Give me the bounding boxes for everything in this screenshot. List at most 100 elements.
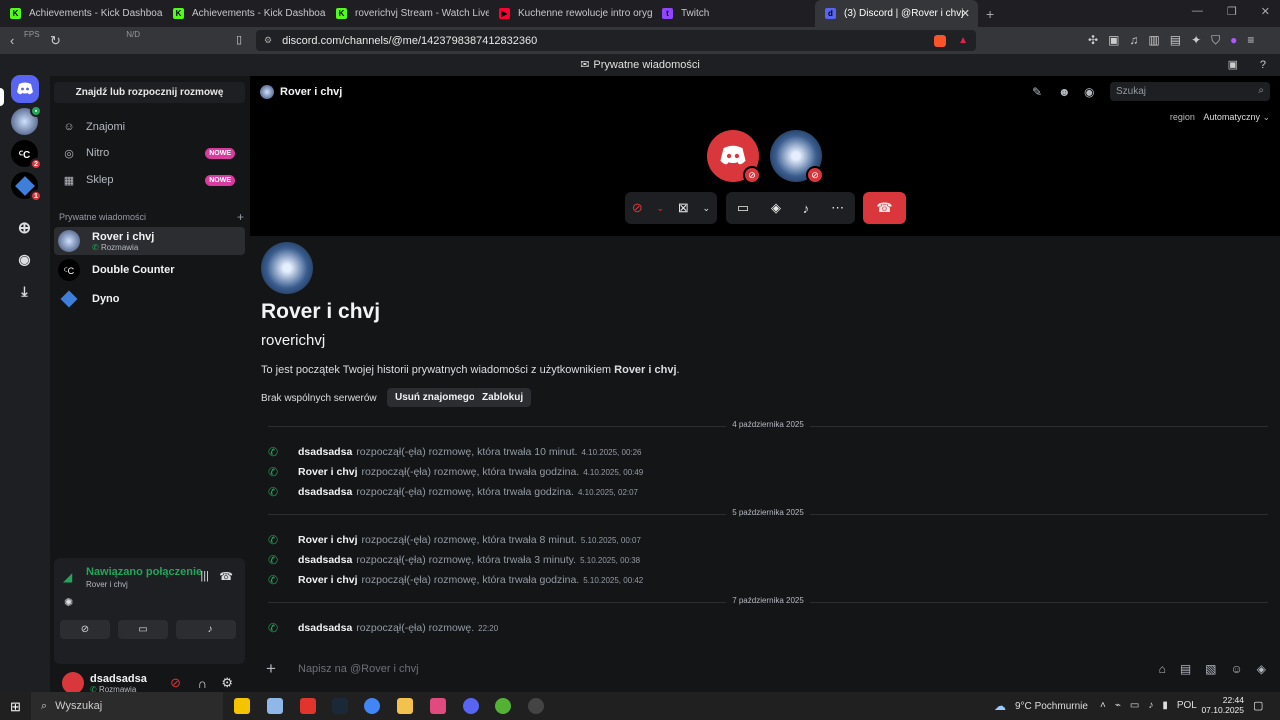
vpn-icon[interactable]: ⛉ (1211, 33, 1220, 48)
taskbar-app-3[interactable] (300, 698, 316, 714)
nav-nitro[interactable]: ◎ Nitro NOWE (54, 140, 245, 166)
call-participant-rover[interactable]: ⊘ (770, 130, 824, 184)
extension-puzzle-icon[interactable]: ✣ (1088, 33, 1098, 48)
chevron-up-icon[interactable]: ˄ (1100, 700, 1106, 711)
call-participant-self[interactable]: ⊘ (707, 130, 761, 184)
screen-share-button[interactable]: ▭ (118, 620, 168, 639)
taskbar-app-obs[interactable] (528, 698, 544, 714)
taskbar-app-9[interactable] (495, 698, 511, 714)
site-info-icon[interactable]: ⚙ (264, 35, 272, 46)
entry-user[interactable]: dsadsadsa (298, 622, 352, 634)
dm-item-rover[interactable]: Rover i chvj ✆ Rozmawia (54, 227, 245, 255)
back-icon[interactable]: ‹ (10, 33, 14, 48)
find-conversation-button[interactable]: Znajdź lub rozpocznij rozmowę (54, 82, 245, 103)
windows-start-icon[interactable]: ⊞ (10, 699, 21, 715)
disconnect-icon[interactable]: ☎ (219, 570, 233, 583)
create-dm-icon[interactable]: + (237, 210, 244, 224)
entry-user[interactable]: dsadsadsa (298, 486, 352, 498)
pin-icon[interactable]: ✎ (1032, 85, 1042, 99)
entry-user[interactable]: dsadsadsa (298, 554, 352, 566)
channel-name[interactable]: Rover i chvj (280, 86, 342, 98)
brave-rewards-icon[interactable]: ▲ (958, 35, 968, 46)
voice-channel[interactable]: Rover i chvj (86, 580, 128, 589)
close-tab-icon[interactable]: ✕ (961, 7, 970, 20)
clock[interactable]: 22:44 07.10.2025 (1200, 695, 1244, 715)
soundboard-button[interactable]: ♪ (184, 620, 236, 639)
discord-home-icon[interactable] (11, 75, 39, 103)
settings-gear-icon[interactable]: ⚙ (221, 675, 233, 691)
user-profile-icon[interactable]: ◉ (1084, 85, 1094, 99)
sticker-icon[interactable]: ▧ (1205, 662, 1216, 676)
weather-icon[interactable]: ☁ (994, 699, 1006, 713)
mutual-servers[interactable]: Brak wspólnych serwerów (261, 393, 377, 404)
region-selector[interactable]: region Automatyczny ⌄ (1170, 112, 1270, 123)
explore-icon[interactable]: ◉ (11, 246, 38, 273)
add-server-icon[interactable]: ⊕ (11, 214, 38, 241)
taskbar-app-chrome[interactable] (364, 698, 380, 714)
help-icon[interactable]: ? (1260, 54, 1266, 76)
close-window-icon[interactable]: ✕ (1261, 5, 1270, 18)
nav-shop[interactable]: ▦ Sklep NOWE (54, 167, 245, 193)
brave-shield-icon[interactable] (934, 34, 946, 47)
battery-icon[interactable]: ▮ (1162, 700, 1168, 711)
ai-icon[interactable]: ✦ (1191, 33, 1201, 48)
weather[interactable]: 9°C Pochmurnie (1015, 701, 1088, 712)
language-indicator[interactable]: POL (1177, 700, 1197, 711)
entry-user[interactable]: dsadsadsa (298, 446, 352, 458)
bookmark-icon[interactable]: ▯ (236, 33, 242, 46)
voice-status[interactable]: Nawiązano połączenie (86, 566, 202, 578)
notifications-icon[interactable]: ▢ (1253, 699, 1263, 712)
entry-user[interactable]: Rover i chvj (298, 466, 358, 478)
taskbar-app-discord[interactable] (463, 698, 479, 714)
camera-button[interactable]: ⊘ (60, 620, 110, 639)
search-input[interactable]: Szukaj ⌕ (1110, 82, 1270, 101)
entry-user[interactable]: Rover i chvj (298, 534, 358, 546)
taskbar-app-steam[interactable] (332, 698, 348, 714)
dm-item-double-counter[interactable]: ꟲC Double Counter (54, 256, 245, 284)
taskbar-app-7[interactable] (430, 698, 446, 714)
krisp-icon[interactable]: ✺ (64, 596, 73, 609)
restore-icon[interactable]: ❐ (1227, 5, 1237, 18)
noise-suppression-icon[interactable]: ||| (200, 570, 209, 582)
menu-icon[interactable]: ≡ (1247, 33, 1254, 48)
gif-icon[interactable]: ▤ (1180, 662, 1191, 676)
browser-tab[interactable]: t Twitch (652, 0, 815, 27)
download-icon[interactable]: ⤓ (11, 278, 38, 305)
music-icon[interactable]: ♫ (1129, 33, 1138, 48)
profile-icon[interactable]: ● (1230, 33, 1237, 48)
taskbar-app-explorer[interactable] (267, 698, 283, 714)
address-bar[interactable]: ⚙ discord.com/channels/@me/1423798387412… (256, 30, 976, 51)
user-avatar[interactable] (62, 672, 84, 694)
message-input[interactable]: Napisz na @Rover i chvj (298, 663, 419, 675)
user-name[interactable]: dsadsadsa (90, 673, 147, 685)
mic-muted-icon[interactable]: ⊘ (170, 675, 181, 691)
browser-tab[interactable]: d (3) Discord | @Rover i chvj ✕ (815, 0, 978, 27)
soundboard-icon[interactable]: ♪ (803, 201, 810, 216)
taskbar-app-1[interactable] (234, 698, 250, 714)
taskbar-search[interactable]: ⌕ Wyszukaj (31, 692, 223, 720)
block-button[interactable]: Zablokuj (474, 388, 532, 407)
add-member-icon[interactable]: ☻ (1058, 85, 1071, 99)
usb-icon[interactable]: ⌁ (1115, 700, 1121, 711)
mic-control[interactable]: ⊘ ⌄ ⊠ ⌄ (625, 192, 717, 224)
volume-icon[interactable]: ♪ (1148, 700, 1153, 711)
network-icon[interactable]: ▭ (1130, 700, 1139, 711)
entry-user[interactable]: Rover i chvj (298, 574, 358, 586)
wallet-icon[interactable]: ▤ (1170, 33, 1181, 48)
inbox-icon[interactable]: ▣ (1228, 54, 1238, 76)
screen-share-icon[interactable]: ▭ (737, 200, 749, 216)
remove-friend-button[interactable]: Usuń znajomego (387, 388, 484, 407)
hang-up-button[interactable]: ☎ (863, 192, 906, 224)
new-tab-icon[interactable]: + (986, 6, 994, 22)
emoji-icon[interactable]: ☺ (1231, 662, 1243, 676)
nav-friends[interactable]: ☺ Znajomi (54, 114, 245, 140)
attach-plus-icon[interactable]: + (266, 659, 276, 679)
activity-icon[interactable]: ◈ (771, 200, 781, 216)
more-icon[interactable]: ⋯ (831, 200, 844, 216)
server-dyno[interactable]: 1 (11, 172, 42, 202)
minimize-icon[interactable]: — (1192, 5, 1203, 18)
apps-icon[interactable]: ◈ (1257, 662, 1266, 676)
browser-tab[interactable]: K Achievements - Kick Dashboard (0, 0, 163, 27)
profile-avatar[interactable] (261, 242, 313, 294)
browser-tab[interactable]: K Achievements - Kick Dashboard (163, 0, 326, 27)
